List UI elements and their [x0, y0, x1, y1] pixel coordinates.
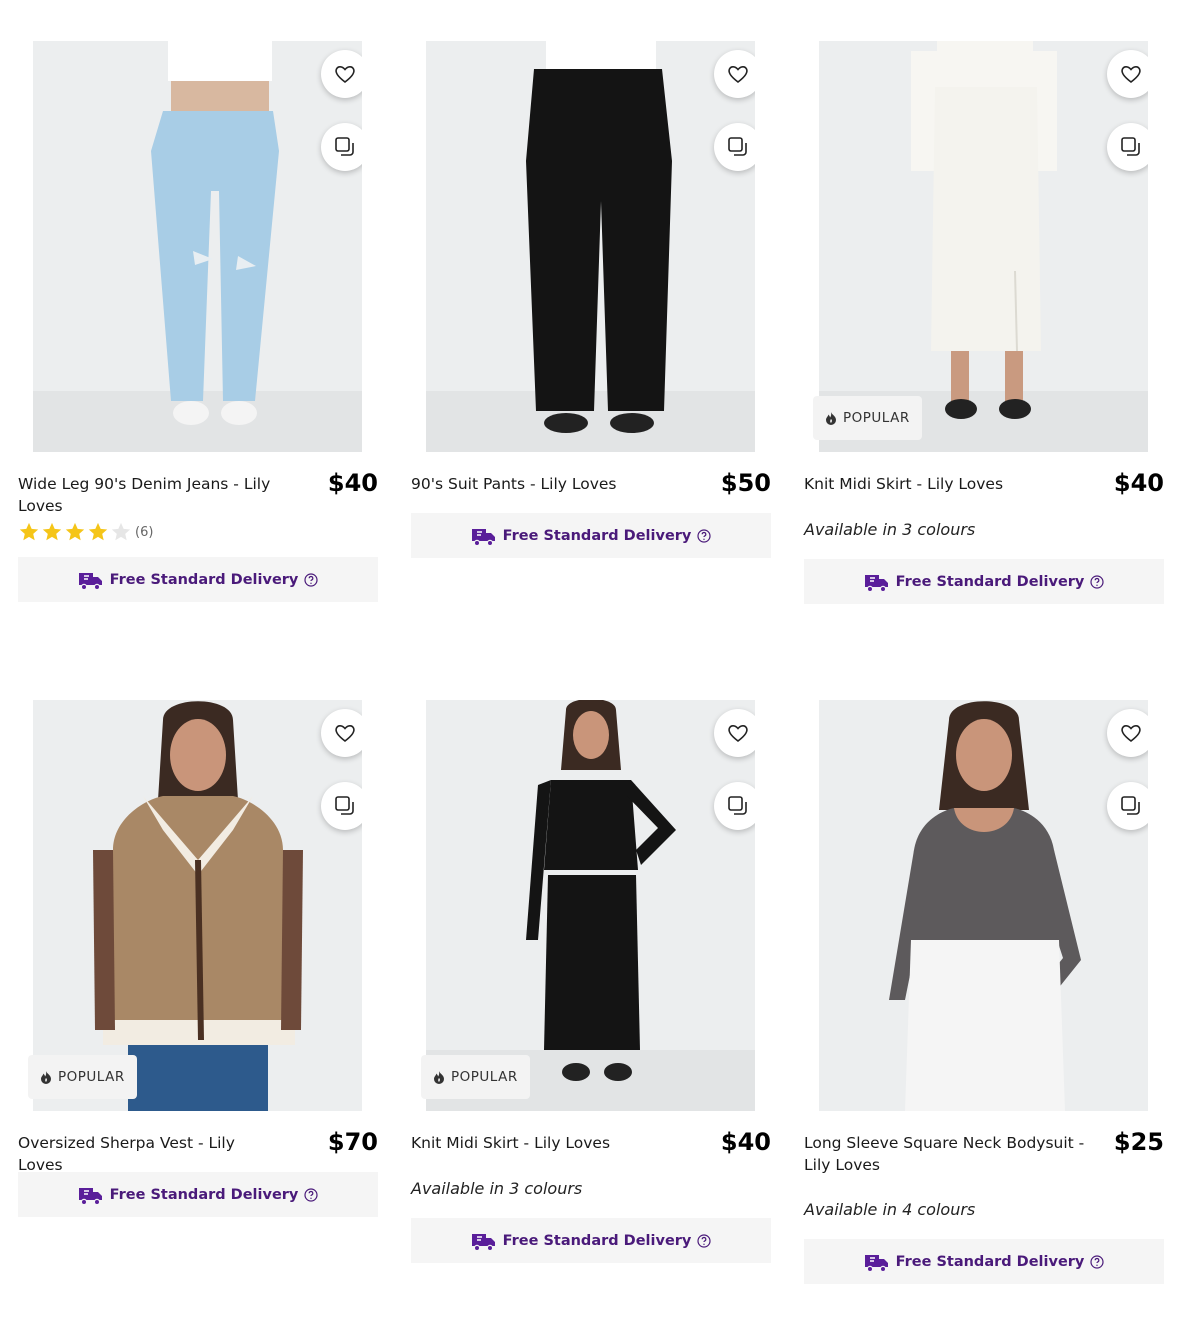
wishlist-button[interactable]: [321, 50, 362, 98]
help-icon[interactable]: [1090, 574, 1104, 589]
product-title[interactable]: 90's Suit Pants - Lily Loves: [411, 473, 676, 495]
help-icon[interactable]: [304, 572, 318, 587]
compare-button[interactable]: [714, 782, 755, 830]
free-delivery-banner[interactable]: Free Standard Delivery: [804, 559, 1164, 604]
wishlist-button[interactable]: [714, 50, 755, 98]
delivery-label: Free Standard Delivery: [109, 1186, 299, 1203]
heart-icon: [728, 725, 748, 743]
product-title[interactable]: Knit Midi Skirt - Lily Loves: [804, 473, 1069, 495]
heart-icon: [335, 66, 355, 84]
product-photo: [819, 41, 1148, 452]
star-empty-icon: [111, 522, 131, 541]
product-price: $40: [327, 469, 378, 497]
help-icon[interactable]: [304, 1187, 318, 1202]
help-icon[interactable]: [697, 1233, 711, 1248]
compare-icon: [335, 796, 354, 815]
star-icon: [88, 522, 108, 541]
product-price: $40: [1113, 469, 1164, 497]
flame-icon: [434, 1071, 444, 1084]
free-delivery-banner[interactable]: Free Standard Delivery: [18, 557, 378, 602]
wishlist-button[interactable]: [1107, 50, 1148, 98]
wishlist-button[interactable]: [1107, 709, 1148, 757]
compare-icon: [1121, 796, 1140, 815]
popular-badge-label: POPULAR: [451, 1069, 518, 1085]
product-image[interactable]: [33, 41, 362, 452]
compare-button[interactable]: [1107, 123, 1148, 171]
product-photo: [819, 700, 1148, 1111]
flame-icon: [41, 1071, 51, 1084]
product-card[interactable]: 90's Suit Pants - Lily Loves $50 Free St…: [411, 41, 771, 561]
popular-badge: POPULAR: [421, 1055, 530, 1099]
star-icon: [42, 522, 62, 541]
free-delivery-banner[interactable]: Free Standard Delivery: [18, 1172, 378, 1217]
help-icon[interactable]: [1090, 1254, 1104, 1269]
product-image[interactable]: [819, 700, 1148, 1111]
wishlist-button[interactable]: [714, 709, 755, 757]
delivery-truck-icon: [864, 1251, 890, 1273]
product-title[interactable]: Knit Midi Skirt - Lily Loves: [411, 1132, 676, 1154]
free-delivery-banner[interactable]: Free Standard Delivery: [411, 513, 771, 558]
product-photo: [426, 700, 755, 1111]
compare-icon: [1121, 137, 1140, 156]
free-delivery-banner[interactable]: Free Standard Delivery: [411, 1218, 771, 1263]
compare-button[interactable]: [321, 782, 362, 830]
product-rating[interactable]: (6): [18, 521, 153, 543]
delivery-truck-icon: [471, 1230, 497, 1252]
delivery-label: Free Standard Delivery: [502, 1232, 692, 1249]
delivery-truck-icon: [471, 525, 497, 547]
compare-icon: [728, 137, 747, 156]
delivery-label: Free Standard Delivery: [895, 1253, 1085, 1270]
rating-count: (6): [135, 524, 154, 540]
heart-icon: [1121, 725, 1141, 743]
compare-button[interactable]: [1107, 782, 1148, 830]
delivery-label: Free Standard Delivery: [895, 573, 1085, 590]
popular-badge: POPULAR: [813, 396, 922, 440]
popular-badge: POPULAR: [28, 1055, 137, 1099]
compare-icon: [335, 137, 354, 156]
product-price: $25: [1113, 1128, 1164, 1156]
delivery-label: Free Standard Delivery: [502, 527, 692, 544]
wishlist-button[interactable]: [321, 709, 362, 757]
flame-icon: [826, 412, 836, 425]
product-photo: [33, 700, 362, 1111]
compare-button[interactable]: [714, 123, 755, 171]
product-title[interactable]: Long Sleeve Square Neck Bodysuit - Lily …: [804, 1132, 1094, 1176]
product-title[interactable]: Wide Leg 90's Denim Jeans - Lily Loves: [18, 473, 283, 517]
help-icon[interactable]: [697, 528, 711, 543]
product-image[interactable]: [33, 700, 362, 1111]
product-card[interactable]: POPULAR Knit Midi Skirt - Lily Loves $40…: [804, 41, 1164, 611]
colour-availability[interactable]: Available in 3 colours: [804, 520, 975, 539]
product-card[interactable]: Wide Leg 90's Denim Jeans - Lily Loves $…: [18, 41, 378, 611]
product-photo: [33, 41, 362, 452]
delivery-truck-icon: [864, 571, 890, 593]
product-image[interactable]: [426, 41, 755, 452]
rating-stars: [18, 521, 133, 543]
colour-availability[interactable]: Available in 3 colours: [411, 1179, 582, 1198]
delivery-truck-icon: [78, 1184, 104, 1206]
popular-badge-label: POPULAR: [58, 1069, 125, 1085]
heart-icon: [1121, 66, 1141, 84]
product-photo: [426, 41, 755, 452]
compare-button[interactable]: [321, 123, 362, 171]
colour-availability[interactable]: Available in 4 colours: [804, 1200, 975, 1219]
product-card[interactable]: POPULAR Oversized Sherpa Vest - Lily Lov…: [18, 700, 378, 1220]
delivery-label: Free Standard Delivery: [109, 571, 299, 588]
product-grid: Wide Leg 90's Denim Jeans - Lily Loves $…: [0, 0, 1177, 1331]
product-title[interactable]: Oversized Sherpa Vest - Lily Loves: [18, 1132, 283, 1176]
product-image[interactable]: [819, 41, 1148, 452]
star-icon: [65, 522, 85, 541]
compare-icon: [728, 796, 747, 815]
product-price: $70: [327, 1128, 378, 1156]
heart-icon: [728, 66, 748, 84]
free-delivery-banner[interactable]: Free Standard Delivery: [804, 1239, 1164, 1284]
product-price: $40: [720, 1128, 771, 1156]
product-price: $50: [720, 469, 771, 497]
star-icon: [19, 522, 39, 541]
heart-icon: [335, 725, 355, 743]
popular-badge-label: POPULAR: [843, 410, 910, 426]
product-card[interactable]: POPULAR Knit Midi Skirt - Lily Loves $40…: [411, 700, 771, 1265]
delivery-truck-icon: [78, 569, 104, 591]
product-image[interactable]: [426, 700, 755, 1111]
product-card[interactable]: Long Sleeve Square Neck Bodysuit - Lily …: [804, 700, 1164, 1290]
